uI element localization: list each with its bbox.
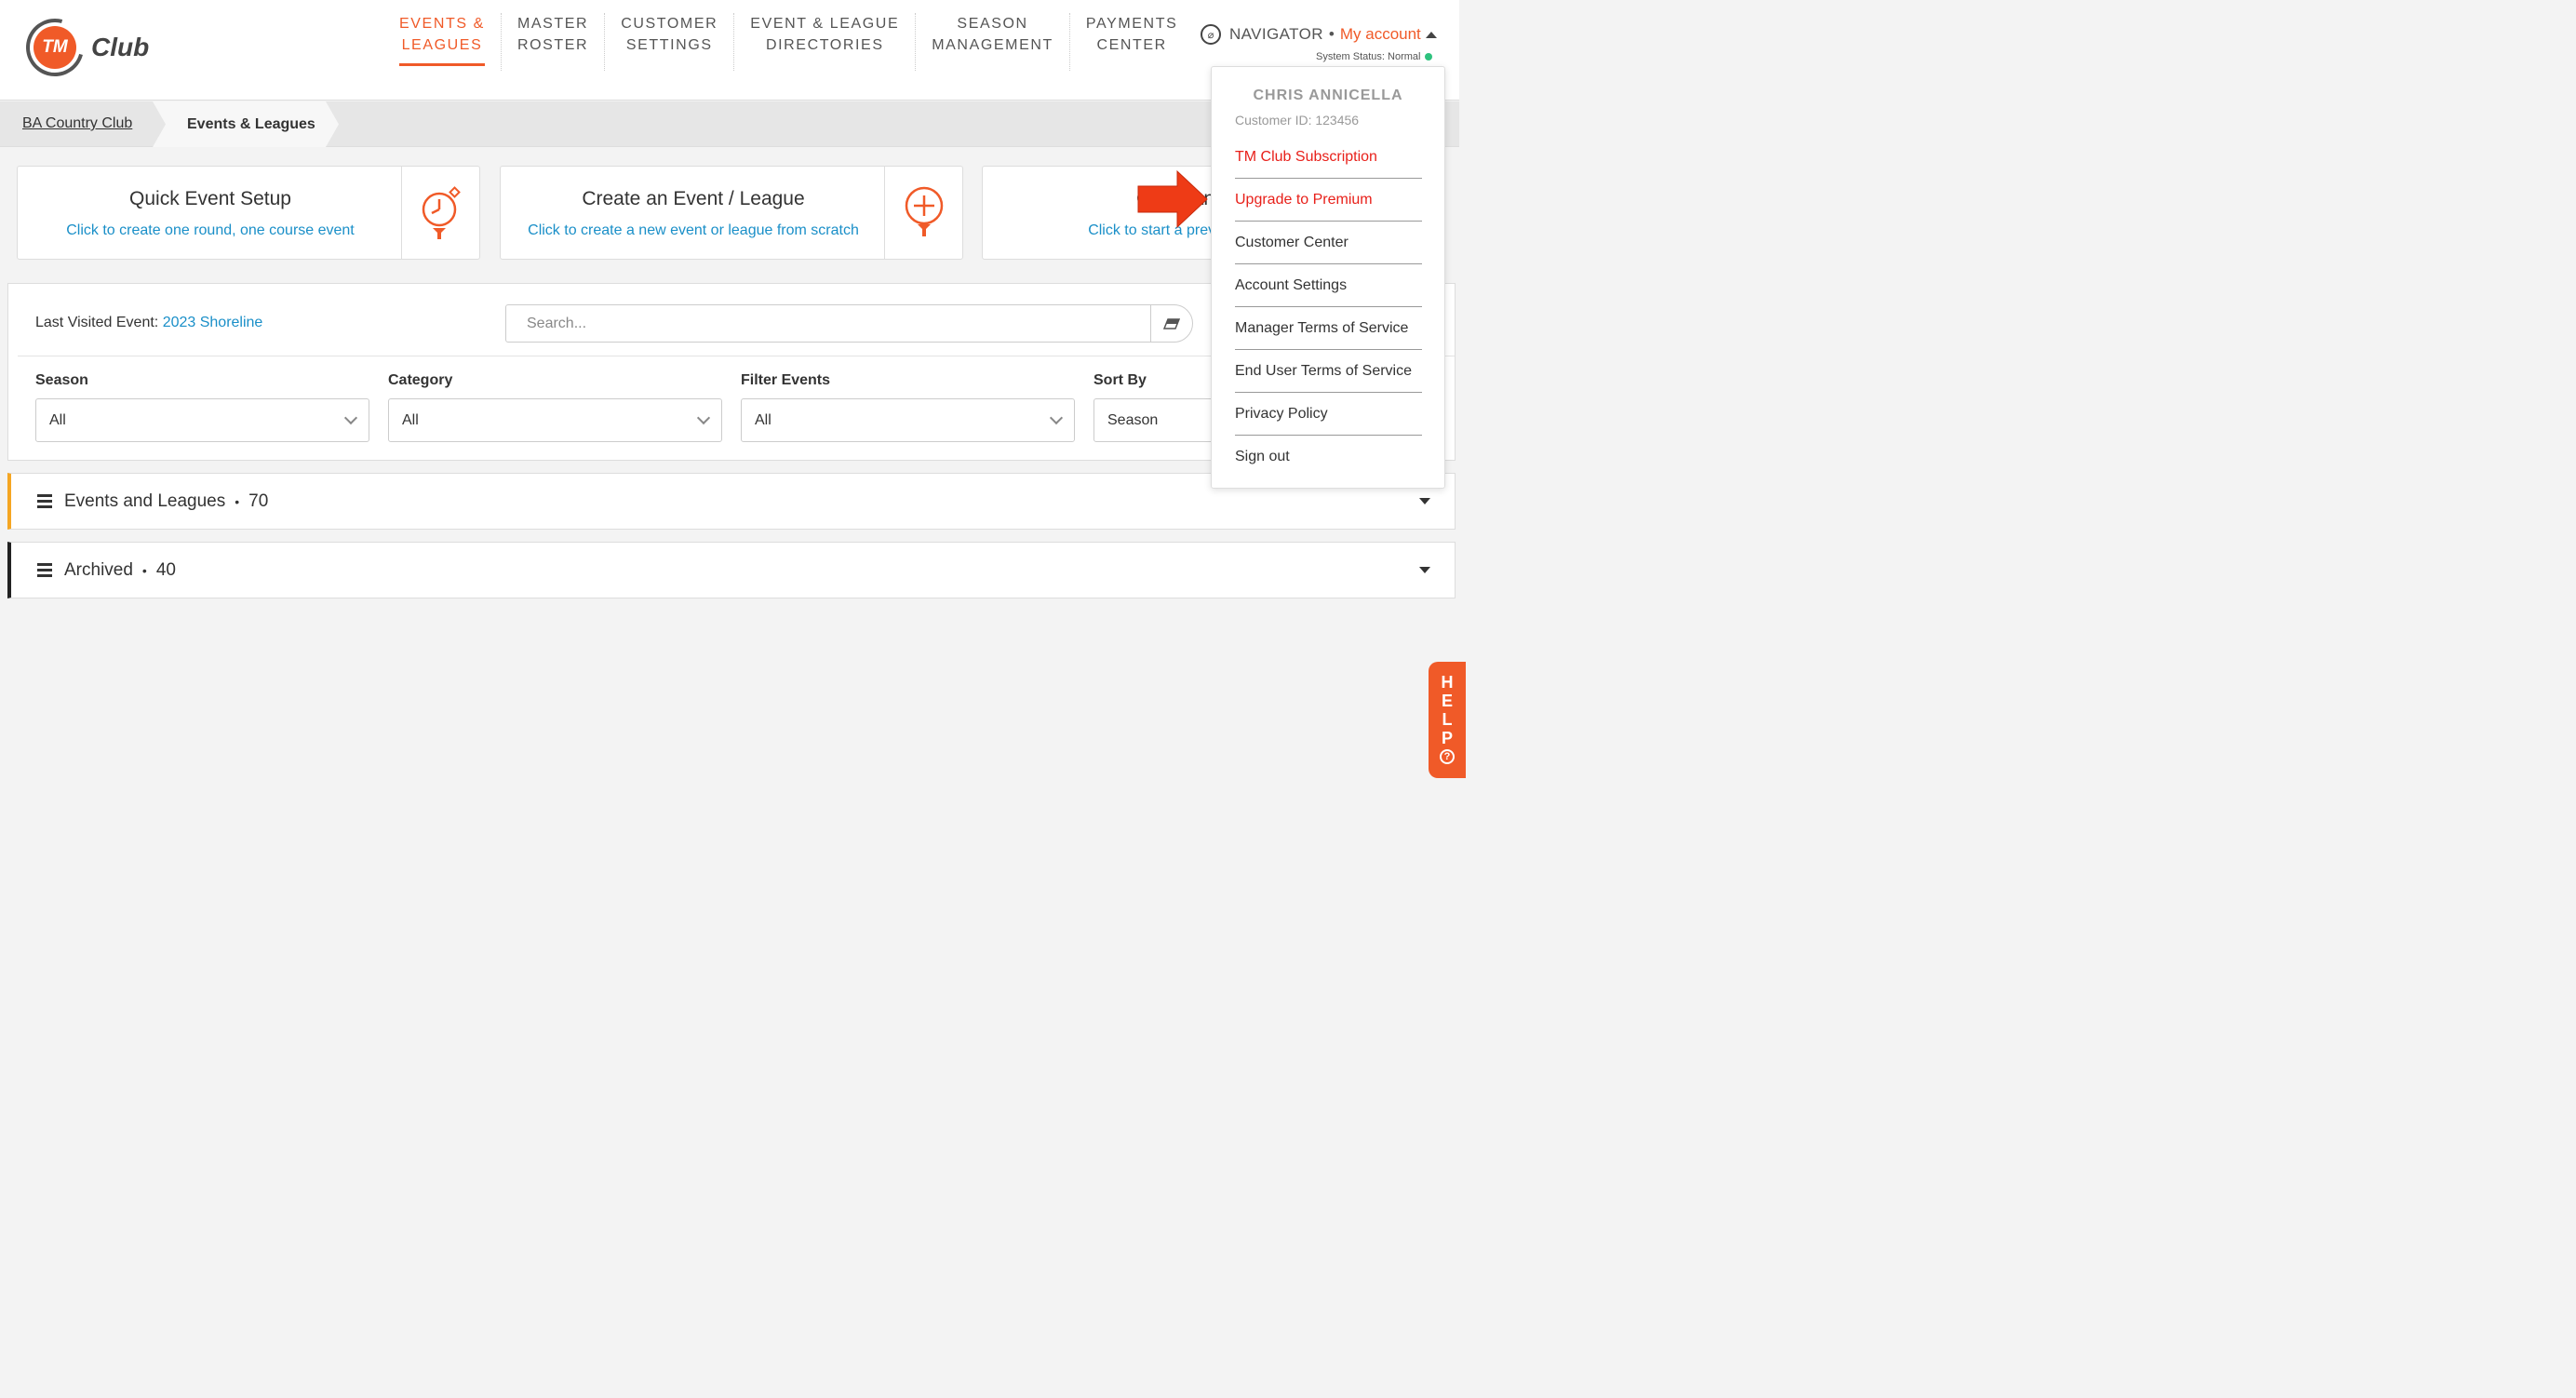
archived-section[interactable]: Archived • 40: [7, 542, 1456, 598]
last-visited-event: Last Visited Event: 2023 Shoreline: [35, 315, 262, 331]
section-label: Archived: [64, 559, 133, 580]
menu-privacy-policy[interactable]: Privacy Policy: [1235, 393, 1422, 436]
last-visited-label: Last Visited Event:: [35, 315, 159, 330]
annotation-arrow-icon: [1136, 168, 1211, 235]
chevron-down-icon: [343, 410, 358, 424]
separator: •: [1328, 25, 1335, 43]
logo-ring: TM: [15, 7, 95, 87]
nav-label: CUSTOMER SETTINGS: [621, 16, 718, 53]
my-account-link[interactable]: My account: [1340, 25, 1421, 44]
last-visited-link[interactable]: 2023 Shoreline: [163, 315, 263, 330]
nav-label: PAYMENTS CENTER: [1085, 16, 1178, 53]
bullet: •: [141, 562, 147, 578]
nav-label: EVENT & LEAGUE DIRECTORIES: [750, 16, 900, 53]
search-input[interactable]: [505, 304, 1151, 343]
filter-label: Filter Events: [741, 372, 831, 388]
help-letter: L: [1442, 710, 1453, 729]
customer-id: Customer ID: 123456: [1235, 113, 1360, 128]
card-title: Create an Event / League: [582, 188, 805, 209]
section-count: 40: [155, 559, 176, 580]
plus-tee-icon[interactable]: [884, 167, 962, 259]
logo-text: Club: [91, 33, 150, 61]
bullet: •: [235, 493, 240, 509]
nav-payments-center[interactable]: PAYMENTS CENTER: [1070, 13, 1193, 71]
section-count: 70: [248, 491, 269, 511]
menu-manager-terms[interactable]: Manager Terms of Service: [1235, 307, 1422, 350]
menu-account-settings[interactable]: Account Settings: [1235, 264, 1422, 307]
hamburger-icon: [37, 491, 52, 511]
menu-end-user-terms[interactable]: End User Terms of Service: [1235, 350, 1422, 393]
chevron-down-icon: [1049, 410, 1064, 424]
help-letter: H: [1441, 673, 1454, 692]
nav-customer-settings[interactable]: CUSTOMER SETTINGS: [605, 13, 735, 71]
help-tab[interactable]: H E L P ?: [1429, 662, 1466, 778]
filter-label: Category: [388, 372, 453, 388]
select-value: All: [755, 411, 771, 428]
quick-event-setup-card[interactable]: Quick Event Setup Click to create one ro…: [17, 166, 480, 260]
caret-down-icon[interactable]: [1419, 567, 1430, 573]
select-value: All: [402, 411, 419, 428]
status-dot-icon: [1425, 53, 1433, 60]
account-dropdown: CHRIS ANNICELLA Customer ID: 123456 TM C…: [1211, 66, 1445, 489]
filter-label: Season: [35, 372, 88, 388]
menu-customer-center[interactable]: Customer Center: [1235, 222, 1422, 264]
nav-label: MASTER ROSTER: [517, 16, 589, 53]
help-letter: E: [1441, 692, 1453, 710]
card-subtitle-link[interactable]: Click to create one round, one course ev…: [18, 222, 403, 239]
season-select[interactable]: All: [35, 398, 369, 442]
filter-events-select[interactable]: All: [741, 398, 1075, 442]
hamburger-icon: [37, 560, 52, 580]
card-title: Quick Event Setup: [129, 188, 291, 209]
stopwatch-tee-icon[interactable]: [401, 167, 479, 259]
nav-season-management[interactable]: SEASON MANAGEMENT: [916, 13, 1070, 71]
nav-master-roster[interactable]: MASTER ROSTER: [502, 13, 606, 71]
menu-sign-out[interactable]: Sign out: [1235, 436, 1422, 478]
tm-club-logo[interactable]: TM Club: [15, 7, 150, 87]
nav-label: SEASON MANAGEMENT: [932, 16, 1053, 53]
menu-tm-club-subscription[interactable]: TM Club Subscription: [1235, 136, 1422, 179]
filter-events-filter: Filter Events All: [741, 372, 1075, 442]
create-event-league-card[interactable]: Create an Event / League Click to create…: [500, 166, 963, 260]
nav-events-leagues[interactable]: EVENTS & LEAGUES: [383, 13, 502, 71]
compass-icon: ⌀: [1201, 24, 1221, 45]
category-filter: Category All: [388, 372, 722, 442]
menu-upgrade-to-premium[interactable]: Upgrade to Premium: [1235, 179, 1422, 222]
navigator-label[interactable]: NAVIGATOR: [1229, 25, 1323, 44]
main-nav: EVENTS & LEAGUES MASTER ROSTER CUSTOMER …: [383, 13, 1193, 71]
eraser-icon[interactable]: [1150, 304, 1193, 343]
chevron-down-icon: [696, 410, 711, 424]
system-status-text: System Status: Normal: [1316, 51, 1421, 62]
caret-down-icon[interactable]: [1419, 498, 1430, 504]
nav-event-league-directories[interactable]: EVENT & LEAGUE DIRECTORIES: [734, 13, 917, 71]
help-letter: P: [1441, 729, 1453, 747]
season-filter: Season All: [35, 372, 369, 442]
card-subtitle-link[interactable]: Click to create a new event or league fr…: [501, 222, 886, 239]
breadcrumb-current: Events & Leagues: [153, 101, 339, 147]
section-label: Events and Leagues: [64, 491, 226, 511]
category-select[interactable]: All: [388, 398, 722, 442]
select-value: Season: [1107, 411, 1159, 428]
caret-up-icon: [1425, 31, 1437, 38]
select-value: All: [49, 411, 66, 428]
system-status: System Status: Normal: [1316, 51, 1433, 62]
logo-mark: TM: [34, 26, 76, 69]
nav-label: EVENTS & LEAGUES: [399, 13, 485, 66]
breadcrumb-root-link[interactable]: BA Country Club: [22, 115, 132, 132]
question-icon: ?: [1440, 749, 1455, 764]
account-name: CHRIS ANNICELLA: [1253, 87, 1403, 103]
account-menu-toggle[interactable]: ⌀ NAVIGATOR • My account: [1201, 24, 1437, 45]
